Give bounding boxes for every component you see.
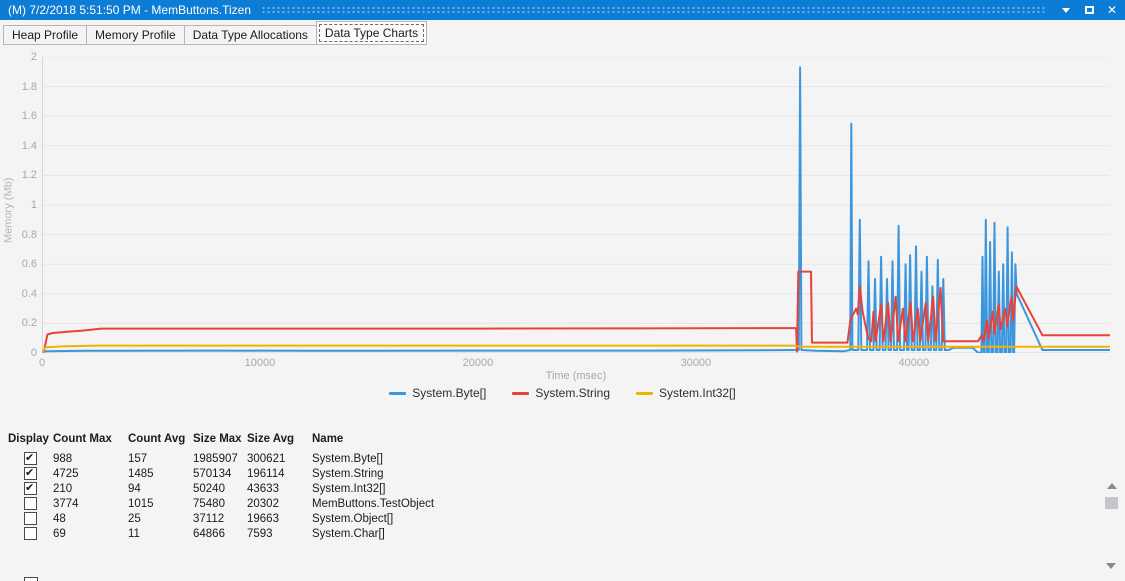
scrollbar-thumb[interactable] (1105, 497, 1118, 509)
tab-memory-profile[interactable]: Memory Profile (86, 25, 185, 45)
x-tick-label: 30000 (656, 357, 736, 370)
cell-count-avg: 157 (128, 453, 193, 465)
cell-count-max: 48 (53, 513, 128, 525)
cell-name: System.Char[] (312, 528, 592, 540)
cell-count-avg: 1015 (128, 498, 193, 510)
legend-dash-icon (512, 392, 529, 395)
cell-count-max: 69 (53, 528, 128, 540)
display-checkbox[interactable] (24, 482, 37, 495)
y-tick-label: 1.6 (0, 110, 37, 123)
cell-size-max: 64866 (193, 528, 247, 540)
tab-heap-profile[interactable]: Heap Profile (3, 25, 87, 45)
titlebar[interactable]: (M) 7/2/2018 5:51:50 PM - MemButtons.Tiz… (0, 0, 1125, 20)
x-tick-label: 0 (2, 357, 82, 370)
table-row: 47251485570134196114System.String (8, 466, 1125, 481)
y-tick-label: 0.4 (0, 288, 37, 301)
table-header-row: DisplayCount MaxCount AvgSize MaxSize Av… (8, 431, 1125, 447)
table-row: 210945024043633System.Int32[] (8, 481, 1125, 496)
table-row: 48253711219663System.Object[] (8, 511, 1125, 526)
legend-item-2: System.Int32[] (636, 386, 736, 400)
cell-size-max: 75480 (193, 498, 247, 510)
column-header-size-max: Size Max (193, 433, 247, 445)
cell-name: System.Object[] (312, 513, 592, 525)
cell-count-avg: 25 (128, 513, 193, 525)
display-checkbox[interactable] (24, 452, 37, 465)
titlebar-grip[interactable] (261, 5, 1047, 15)
close-icon[interactable]: ✕ (1105, 3, 1119, 17)
window-title: (M) 7/2/2018 5:51:50 PM - MemButtons.Tiz… (8, 0, 251, 20)
legend-dash-icon (636, 392, 653, 395)
cell-name: MemButtons.TestObject (312, 498, 592, 510)
window-controls: ✕ (1059, 3, 1119, 17)
x-axis-title: Time (msec) (42, 370, 1110, 382)
cell-count-max: 3774 (53, 498, 128, 510)
cell-size-max: 50240 (193, 483, 247, 495)
chart-section: 00.20.40.60.811.21.41.61.82 010000200003… (0, 45, 1125, 401)
table-row: 377410157548020302MemButtons.TestObject (8, 496, 1125, 511)
type-table-section: DisplayCount MaxCount AvgSize MaxSize Av… (0, 431, 1125, 581)
y-tick-label: 2 (0, 51, 37, 64)
cell-count-max: 988 (53, 453, 128, 465)
cell-size-max: 1985907 (193, 453, 247, 465)
cell-count-max: 4725 (53, 468, 128, 480)
type-table-body: 9881571985907300621System.Byte[]47251485… (8, 451, 1125, 541)
series-line-0 (42, 67, 1110, 353)
cell-count-avg: 1485 (128, 468, 193, 480)
legend-label: System.String (535, 386, 610, 400)
cell-size-avg: 19663 (247, 513, 312, 525)
x-tick-label: 10000 (220, 357, 300, 370)
tab-data-type-allocations[interactable]: Data Type Allocations (184, 25, 317, 45)
scroll-down-icon[interactable] (1106, 563, 1116, 569)
column-header-name: Name (312, 433, 592, 445)
x-tick-label: 20000 (438, 357, 518, 370)
maximize-icon[interactable] (1082, 3, 1096, 17)
cell-size-avg: 7593 (247, 528, 312, 540)
cell-name: System.String (312, 468, 592, 480)
display-checkbox[interactable] (24, 512, 37, 525)
display-checkbox[interactable] (24, 497, 37, 510)
chevron-down-icon[interactable] (1059, 3, 1073, 17)
cell-name: System.Int32[] (312, 483, 592, 495)
cell-size-avg: 43633 (247, 483, 312, 495)
y-tick-label: 1.8 (0, 81, 37, 94)
cell-size-avg: 300621 (247, 453, 312, 465)
column-header-count-max: Count Max (53, 433, 128, 445)
cell-size-max: 570134 (193, 468, 247, 480)
cell-name: System.Byte[] (312, 453, 592, 465)
tab-data-type-charts[interactable]: Data Type Charts (316, 21, 427, 45)
series-line-1 (42, 272, 1110, 353)
column-header-display: Display (8, 433, 53, 445)
tab-bar: Heap ProfileMemory ProfileData Type Allo… (0, 20, 1125, 45)
cell-count-max: 210 (53, 483, 128, 495)
column-header-count-avg: Count Avg (128, 433, 193, 445)
chart-plot (42, 57, 1110, 353)
cell-size-avg: 20302 (247, 498, 312, 510)
y-tick-label: 0.2 (0, 317, 37, 330)
x-tick-label: 40000 (874, 357, 954, 370)
cell-size-max: 37112 (193, 513, 247, 525)
table-row: 6911648667593System.Char[] (8, 526, 1125, 541)
legend-item-0: System.Byte[] (389, 386, 486, 400)
chart-legend: System.Byte[] System.String System.Int32[] (0, 385, 1125, 401)
partial-row-checkbox (24, 577, 38, 581)
legend-dash-icon (389, 392, 406, 395)
scroll-up-icon[interactable] (1107, 483, 1117, 489)
cell-count-avg: 94 (128, 483, 193, 495)
display-checkbox[interactable] (24, 467, 37, 480)
type-table: DisplayCount MaxCount AvgSize MaxSize Av… (8, 431, 1125, 541)
cell-size-avg: 196114 (247, 468, 312, 480)
cell-count-avg: 11 (128, 528, 193, 540)
legend-label: System.Int32[] (659, 386, 736, 400)
legend-item-1: System.String (512, 386, 610, 400)
display-checkbox[interactable] (24, 527, 37, 540)
table-row: 9881571985907300621System.Byte[] (8, 451, 1125, 466)
legend-label: System.Byte[] (412, 386, 486, 400)
table-scrollbar (1103, 483, 1120, 509)
y-axis-title: Memory (Mb) (2, 145, 15, 275)
column-header-size-avg: Size Avg (247, 433, 312, 445)
